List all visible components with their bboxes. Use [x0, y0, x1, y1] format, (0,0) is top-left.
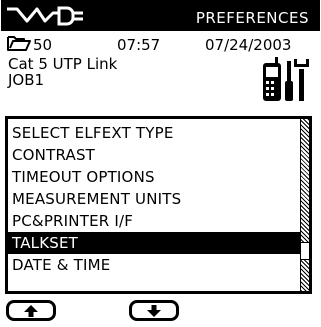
menu-item-contrast[interactable]: CONTRAST — [8, 144, 305, 166]
header-bar: PREFERENCES — [1, 0, 320, 31]
job-name-label: JOB1 — [8, 71, 45, 89]
menu-item-measurement-units[interactable]: MEASUREMENT UNITS — [8, 188, 305, 210]
handset-tools-icon — [263, 57, 309, 101]
clock-date: 07/24/2003 — [205, 36, 292, 54]
arrow-down-icon — [147, 304, 161, 317]
menu-item-talkset[interactable]: TALKSET — [8, 232, 305, 254]
folder-count: 50 — [33, 36, 53, 54]
title-pill: PREFERENCES — [159, 8, 315, 29]
scroll-down-button[interactable] — [129, 300, 179, 321]
preferences-menu: SELECT ELFEXT TYPE CONTRAST TIMEOUT OPTI… — [5, 116, 312, 294]
scroll-up-button[interactable] — [6, 300, 56, 321]
waveform-plug-icon — [7, 6, 83, 26]
menu-item-pc-printer-interface[interactable]: PC&PRINTER I/F — [8, 210, 305, 232]
menu-item-timeout-options[interactable]: TIMEOUT OPTIONS — [8, 166, 305, 188]
scrollbar-thumb[interactable] — [301, 242, 309, 260]
menu-list: SELECT ELFEXT TYPE CONTRAST TIMEOUT OPTI… — [8, 122, 305, 276]
page-title: PREFERENCES — [195, 9, 309, 27]
clock-time: 07:57 — [117, 36, 161, 54]
preferences-screen: PREFERENCES 50 07:57 07/24/2003 Cat 5 UT… — [0, 0, 321, 327]
scrollbar[interactable] — [300, 119, 309, 291]
folder-icon — [7, 36, 31, 51]
menu-item-select-elfext-type[interactable]: SELECT ELFEXT TYPE — [8, 122, 305, 144]
arrow-up-icon — [24, 304, 38, 317]
menu-item-date-time[interactable]: DATE & TIME — [8, 254, 305, 276]
